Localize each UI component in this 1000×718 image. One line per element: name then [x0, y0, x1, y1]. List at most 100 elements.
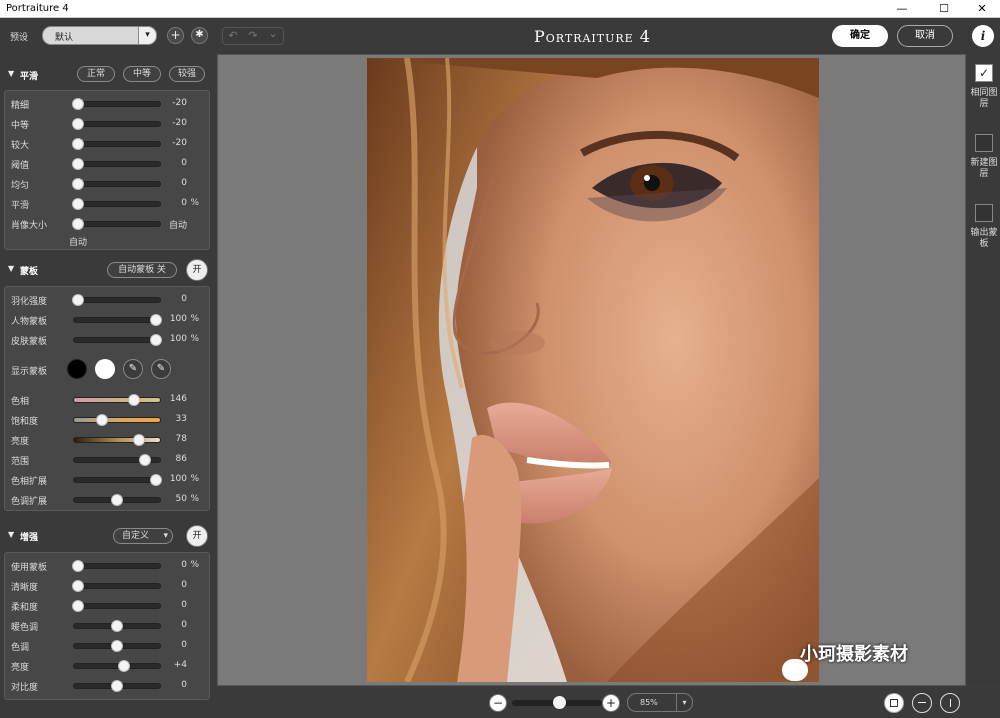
- slider-track[interactable]: [73, 314, 162, 326]
- slider-value: 100: [169, 334, 187, 344]
- enhance-preset-select[interactable]: 自定义 ▾: [113, 528, 173, 544]
- slider-track[interactable]: [72, 178, 161, 190]
- slider-track[interactable]: [72, 294, 161, 306]
- slider-track[interactable]: [73, 620, 161, 632]
- slider-thumb[interactable]: [117, 660, 130, 672]
- close-button[interactable]: ✕: [968, 0, 996, 18]
- slider-track[interactable]: [72, 118, 161, 130]
- slider-track[interactable]: [73, 334, 162, 346]
- slider-thumb[interactable]: [111, 680, 123, 692]
- portrait-size-sub: 自动: [69, 238, 88, 248]
- ok-button[interactable]: 确定: [832, 25, 888, 47]
- top-toolbar: 预设 默认 ▾ + ✱ ↶ ↷ ⌄ Portraiture 4 确定 取消 i: [0, 18, 1000, 54]
- portrait-photo[interactable]: [367, 58, 819, 682]
- slider-track[interactable]: [73, 434, 161, 446]
- zoom-out-button[interactable]: −: [489, 694, 507, 712]
- enhance-title: 增强: [20, 533, 39, 543]
- slider-label: 范围: [11, 457, 30, 467]
- preview-canvas[interactable]: [217, 54, 966, 686]
- app-title: Portraiture 4: [534, 27, 651, 46]
- caret-down-icon[interactable]: ▼: [8, 69, 14, 78]
- split-horizontal-button[interactable]: [912, 693, 932, 713]
- output-checkbox[interactable]: ✓: [975, 64, 993, 82]
- chevron-down-icon[interactable]: ▾: [138, 27, 156, 44]
- slider-thumb[interactable]: [72, 560, 85, 572]
- caret-down-icon[interactable]: ▼: [8, 264, 14, 273]
- slider-thumb[interactable]: [96, 414, 109, 426]
- slider-track[interactable]: [72, 218, 161, 230]
- slider-track[interactable]: [73, 474, 162, 486]
- auto-mask-button[interactable]: 自动蒙板 关: [107, 262, 177, 278]
- chevron-down-icon[interactable]: ▾: [676, 694, 692, 711]
- slider-row: 中等 -20: [11, 117, 207, 131]
- slider-track[interactable]: [73, 394, 161, 406]
- slider-thumb[interactable]: [111, 640, 123, 652]
- slider-thumb[interactable]: [72, 198, 85, 210]
- slider-thumb[interactable]: [72, 294, 85, 306]
- slider-thumb[interactable]: [132, 434, 145, 446]
- single-view-button[interactable]: [884, 693, 904, 713]
- info-icon[interactable]: i: [972, 25, 994, 47]
- slider-track[interactable]: [72, 158, 161, 170]
- slider-track[interactable]: [73, 414, 161, 426]
- slider-track[interactable]: [72, 198, 161, 210]
- caret-down-icon[interactable]: ▼: [8, 530, 14, 539]
- mode-medium-button[interactable]: 中等: [123, 66, 161, 82]
- maximize-button[interactable]: ☐: [930, 0, 958, 18]
- mode-strong-button[interactable]: 较强: [169, 66, 205, 82]
- output-checkbox[interactable]: [975, 204, 993, 222]
- slider-track[interactable]: [72, 98, 161, 110]
- white-swatch[interactable]: [95, 359, 115, 379]
- mask-toggle-button[interactable]: 开: [186, 259, 208, 281]
- slider-thumb[interactable]: [111, 620, 123, 632]
- chevron-down-icon[interactable]: ▾: [163, 529, 168, 543]
- cancel-button[interactable]: 取消: [897, 25, 953, 47]
- enhance-header[interactable]: ▼ 增强: [6, 525, 210, 545]
- slider-track[interactable]: [73, 494, 161, 506]
- slider-thumb[interactable]: [72, 218, 85, 230]
- history-chevron-icon[interactable]: ⌄: [263, 27, 283, 40]
- slider-label: 皮肤蒙板: [11, 337, 48, 347]
- slider-value: 100: [169, 314, 187, 324]
- undo-icon[interactable]: ↶: [223, 29, 243, 42]
- zoom-level-select[interactable]: 85% ▾: [627, 693, 693, 712]
- slider-track[interactable]: [73, 660, 161, 672]
- slider-label: 阈值: [11, 161, 30, 171]
- eyedropper-subtract-icon[interactable]: ✎: [151, 359, 171, 379]
- slider-thumb[interactable]: [72, 600, 85, 612]
- eyedropper-add-icon[interactable]: ✎: [123, 359, 143, 379]
- slider-track[interactable]: [72, 600, 161, 612]
- output-checkbox[interactable]: [975, 134, 993, 152]
- slider-track[interactable]: [73, 640, 161, 652]
- add-preset-button[interactable]: +: [167, 27, 184, 44]
- redo-icon[interactable]: ↷: [243, 29, 263, 42]
- minimize-button[interactable]: —: [888, 0, 916, 18]
- slider-thumb[interactable]: [72, 118, 85, 130]
- preset-select[interactable]: 默认 ▾: [42, 26, 157, 45]
- slider-track[interactable]: [72, 138, 161, 150]
- slider-thumb[interactable]: [72, 138, 85, 150]
- enhance-toggle-button[interactable]: 开: [186, 525, 208, 547]
- slider-thumb[interactable]: [139, 454, 152, 466]
- slider-thumb[interactable]: [111, 494, 123, 506]
- slider-thumb[interactable]: [72, 580, 85, 592]
- slider-label: 色调: [11, 643, 30, 653]
- mode-normal-button[interactable]: 正常: [77, 66, 115, 82]
- slider-track[interactable]: [72, 560, 161, 572]
- zoom-in-button[interactable]: +: [602, 694, 620, 712]
- slider-value: -20: [172, 138, 187, 148]
- slider-thumb[interactable]: [72, 98, 85, 110]
- split-vertical-button[interactable]: [940, 693, 960, 713]
- slider-track[interactable]: [73, 680, 161, 692]
- slider-track[interactable]: [73, 454, 161, 466]
- zoom-slider-thumb[interactable]: [552, 696, 566, 709]
- slider-thumb[interactable]: [72, 178, 85, 190]
- slider-value: 0: [181, 294, 187, 304]
- slider-thumb[interactable]: [128, 394, 141, 406]
- zoom-slider[interactable]: [512, 696, 602, 709]
- slider-track[interactable]: [72, 580, 161, 592]
- black-swatch[interactable]: [67, 359, 87, 379]
- gear-icon[interactable]: ✱: [191, 27, 208, 44]
- slider-row: 平滑 0%: [11, 197, 207, 211]
- slider-thumb[interactable]: [72, 158, 85, 170]
